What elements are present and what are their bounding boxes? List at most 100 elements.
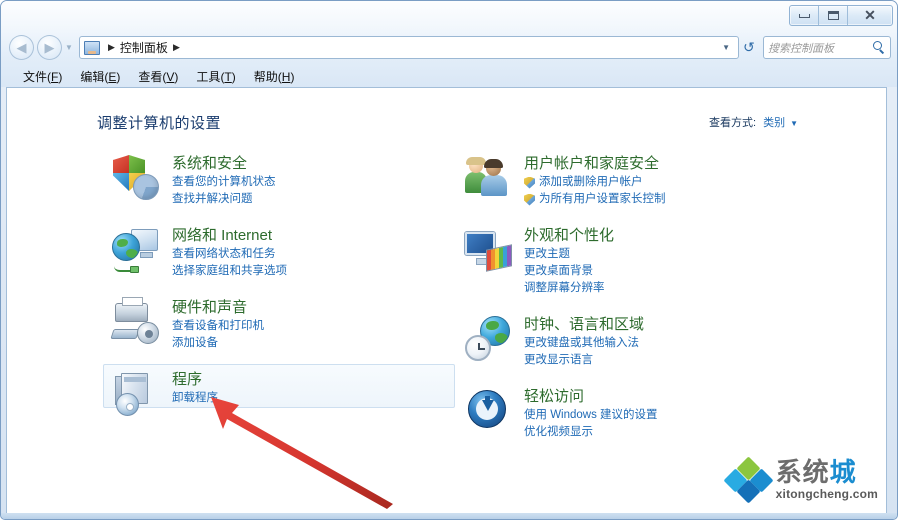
category-link[interactable]: 更改主题 [524,246,614,263]
category-title[interactable]: 系统和安全 [172,154,276,174]
link-label: 使用 Windows 建议的设置 [524,409,658,421]
category-link[interactable]: 优化视频显示 [524,424,658,441]
category-link[interactable]: 更改显示语言 [524,352,644,369]
recent-pages-dropdown[interactable]: ▼ [65,43,73,52]
address-dropdown-icon[interactable]: ▼ [722,43,736,52]
monitor-and-palette-icon [464,225,512,273]
category-link-uninstall[interactable]: 卸载程序 [172,390,218,407]
category-hardware-and-sound[interactable]: 硬件和声音 查看设备和打印机 添加设备 [103,292,455,357]
category-link[interactable]: 查看您的计算机状态 [172,174,276,191]
menu-item-help[interactable]: 帮助(H) [254,68,295,85]
category-user-accounts-and-family-safety[interactable]: 用户帐户和家庭安全 添加或删除用户帐户 为所有用户设置家长控制 [455,148,815,213]
watermark-chinese-text: 系统城 [776,460,878,486]
search-icon [873,41,886,54]
back-button[interactable]: ◀ [9,35,34,60]
breadcrumb-separator-icon-2[interactable]: ▶ [173,42,180,53]
watermark-cn-part2: 城 [829,458,857,488]
menu-edit-accel: E [108,69,117,84]
menu-view-accel: V [166,69,175,84]
category-link[interactable]: 查找并解决问题 [172,191,276,208]
link-label: 更改桌面背景 [524,265,593,277]
address-bar[interactable]: ▶ 控制面板 ▶ ▼ [79,36,739,59]
window-controls: ✕ [789,5,893,26]
link-label: 卸载程序 [172,392,218,404]
category-ease-of-access[interactable]: 轻松访问 使用 Windows 建议的设置 优化视频显示 [455,381,815,446]
menu-view-label: 查看 [138,69,163,84]
category-clock-language-and-region[interactable]: 时钟、语言和区域 更改键盘或其他输入法 更改显示语言 [455,309,815,374]
category-appearance-and-personalization[interactable]: 外观和个性化 更改主题 更改桌面背景 调整屏幕分辨率 [455,220,815,302]
back-arrow-icon: ◀ [16,40,27,55]
menu-item-tools[interactable]: 工具(T) [196,68,235,85]
link-label: 更改键盘或其他输入法 [524,337,639,349]
category-title[interactable]: 用户帐户和家庭安全 [524,154,666,174]
category-link[interactable]: 添加设备 [172,335,264,352]
xitongcheng-logo-icon [723,456,774,504]
category-programs[interactable]: 程序 卸载程序 [103,364,455,416]
menu-tools-accel: T [224,69,232,84]
category-title[interactable]: 硬件和声音 [172,298,264,318]
category-link[interactable]: 查看设备和打印机 [172,318,264,335]
category-title[interactable]: 时钟、语言和区域 [524,315,644,335]
category-title[interactable]: 外观和个性化 [524,226,614,246]
window-bottom-strip [1,513,897,519]
search-box[interactable]: 搜索控制面板 [763,36,891,59]
uac-shield-icon [524,176,535,189]
breadcrumb-control-panel[interactable]: 控制面板 [120,39,168,56]
title-bar: ✕ [1,1,897,31]
category-link[interactable]: 为所有用户设置家长控制 [524,191,666,208]
refresh-button[interactable]: ↻ [743,38,755,57]
chevron-down-icon[interactable]: ▼ [790,119,798,128]
link-label: 添加或删除用户帐户 [539,176,643,188]
printer-and-speaker-icon [110,297,160,345]
link-label: 查看网络状态和任务 [172,248,276,260]
content-pane: 调整计算机的设置 查看方式: 类别 ▼ 系统和安全 查看您的计算机状态 查找并解… [6,87,887,515]
minimize-icon [798,13,810,18]
menu-file-accel: F [51,69,59,84]
category-link[interactable]: 查看网络状态和任务 [172,246,287,263]
category-link[interactable]: 添加或删除用户帐户 [524,174,666,191]
link-label: 添加设备 [172,337,218,349]
category-network-and-internet[interactable]: 网络和 Internet 查看网络状态和任务 选择家庭组和共享选项 [103,220,455,285]
category-title[interactable]: 程序 [172,370,218,390]
watermark-cn-part1: 系统 [775,458,830,488]
category-title[interactable]: 网络和 Internet [172,226,287,246]
ease-of-access-wheel-icon [464,386,512,434]
link-label: 查看您的计算机状态 [172,176,276,188]
menu-help-accel: H [281,69,291,84]
menu-item-view[interactable]: 查看(V) [138,68,178,85]
close-button[interactable]: ✕ [848,6,892,25]
navigation-bar: ◀ ▶ ▼ ▶ 控制面板 ▶ ▼ ↻ 搜索控制面板 [1,31,897,65]
menu-item-file[interactable]: 文件(F) [23,68,62,85]
page-title: 调整计算机的设置 [97,115,222,132]
maximize-button[interactable] [819,6,848,25]
link-label: 为所有用户设置家长控制 [539,193,666,205]
search-input[interactable]: 搜索控制面板 [768,40,873,56]
link-label: 更改主题 [524,248,570,260]
control-panel-window: ✕ ◀ ▶ ▼ ▶ 控制面板 ▶ ▼ ↻ 搜索控制面板 文件(F) 编辑(E) … [0,0,898,520]
category-link[interactable]: 选择家庭组和共享选项 [172,263,287,280]
program-box-and-disc-icon [112,369,160,417]
category-link[interactable]: 更改键盘或其他输入法 [524,335,644,352]
category-link[interactable]: 使用 Windows 建议的设置 [524,407,658,424]
menu-item-edit[interactable]: 编辑(E) [80,68,120,85]
category-link[interactable]: 调整屏幕分辨率 [524,280,614,297]
globe-and-clock-icon [464,314,512,362]
link-label: 选择家庭组和共享选项 [172,265,287,277]
shield-and-chart-icon [112,153,160,201]
category-link[interactable]: 更改桌面背景 [524,263,614,280]
globe-and-monitor-icon [112,225,160,273]
forward-arrow-icon: ▶ [44,40,55,55]
uac-shield-icon [524,193,535,206]
watermark-domain-text: xitongcheng.com [775,487,878,501]
control-panel-icon [84,40,100,55]
forward-button[interactable]: ▶ [37,35,62,60]
category-grid: 系统和安全 查看您的计算机状态 查找并解决问题 网络和 Internet 查看网… [7,148,886,508]
menu-bar: 文件(F) 编辑(E) 查看(V) 工具(T) 帮助(H) [1,65,897,87]
menu-file-label: 文件 [23,69,48,84]
view-by-value[interactable]: 类别 [763,114,785,130]
minimize-button[interactable] [790,6,819,25]
view-by-control: 查看方式: 类别 ▼ [709,114,798,130]
category-title[interactable]: 轻松访问 [524,387,658,407]
menu-tools-label: 工具 [196,69,221,84]
category-system-and-security[interactable]: 系统和安全 查看您的计算机状态 查找并解决问题 [103,148,455,213]
